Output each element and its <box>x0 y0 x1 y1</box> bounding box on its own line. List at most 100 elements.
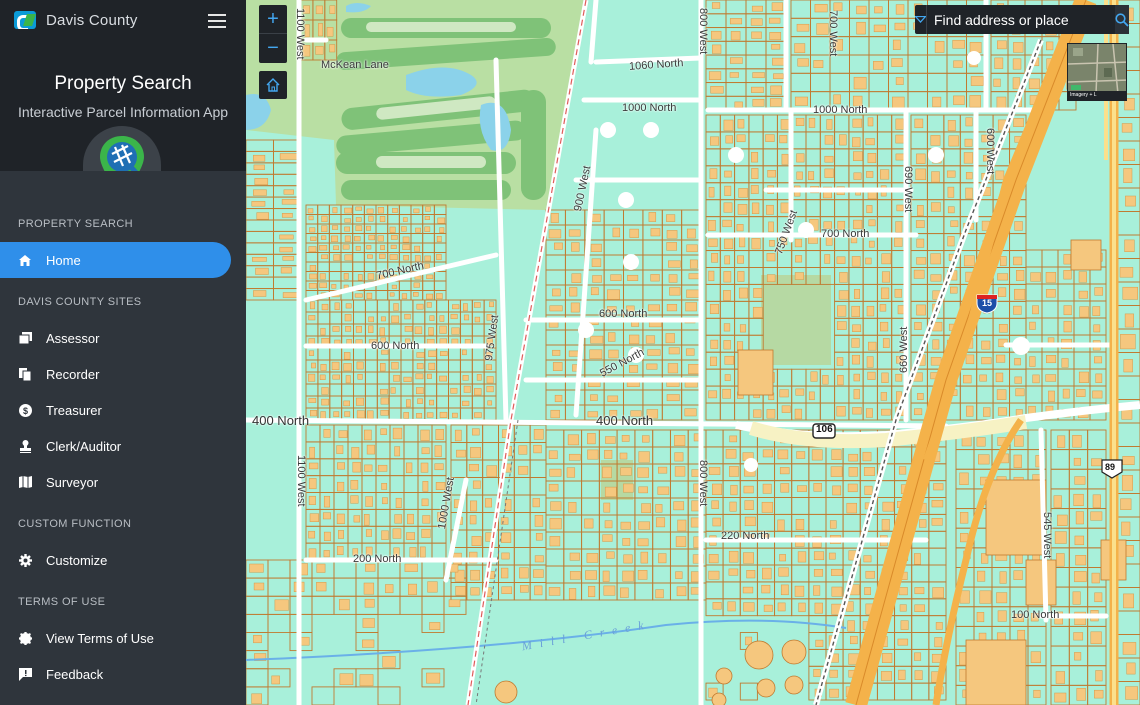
building <box>863 555 872 563</box>
building <box>426 373 432 379</box>
parcel <box>876 148 893 167</box>
sidebar-item-assessor[interactable]: Assessor <box>0 320 246 356</box>
building <box>1012 77 1021 90</box>
building <box>464 339 471 345</box>
building <box>368 215 374 222</box>
building <box>895 221 903 233</box>
building <box>407 513 414 525</box>
sidebar-item-clerk-auditor[interactable]: Clerk/Auditor <box>0 428 246 464</box>
building <box>1121 521 1131 536</box>
building <box>474 412 482 418</box>
parcel-map[interactable]: McKean Lane 1060 North 1000 North 1000 N… <box>246 0 1140 705</box>
parcel <box>705 283 721 302</box>
building <box>797 485 807 492</box>
parcel <box>762 114 778 133</box>
brand[interactable]: Davis County <box>14 11 138 29</box>
sidebar-item-home[interactable]: Home <box>0 242 231 278</box>
building <box>249 563 264 573</box>
sidebar-item-surveyor[interactable]: Surveyor <box>0 464 246 500</box>
building <box>771 44 781 50</box>
building <box>780 584 789 596</box>
building <box>391 361 399 370</box>
building <box>619 452 628 460</box>
building <box>668 274 678 283</box>
parcel <box>705 581 724 600</box>
building <box>439 325 447 334</box>
building <box>1075 555 1087 566</box>
zoom-in-button[interactable]: + <box>259 5 287 34</box>
parcel <box>450 459 468 478</box>
building <box>608 349 619 359</box>
building <box>970 76 984 86</box>
basemap-toggle[interactable]: Imagery + L <box>1067 43 1127 101</box>
building <box>753 409 762 418</box>
default-extent-button[interactable] <box>259 71 287 99</box>
building <box>343 352 351 360</box>
parcel <box>928 530 947 549</box>
building <box>1074 535 1085 546</box>
building <box>965 117 973 127</box>
parcel <box>1115 375 1140 400</box>
parcel <box>829 54 850 74</box>
sidebar-item-treasurer[interactable]: $ Treasurer <box>0 392 246 428</box>
parcel <box>943 148 961 167</box>
building <box>1063 270 1072 280</box>
parcel <box>1025 249 1043 268</box>
sidebar-item-customize[interactable]: Customize <box>0 542 246 578</box>
building <box>320 411 326 419</box>
sidebar-item-recorder[interactable]: Recorder <box>0 356 246 392</box>
parcel <box>364 359 378 373</box>
building <box>963 255 975 267</box>
parcel <box>545 254 566 271</box>
parcel <box>623 389 644 406</box>
building <box>435 429 444 440</box>
building <box>332 225 339 230</box>
building <box>519 567 529 579</box>
building <box>739 324 747 333</box>
search-button[interactable] <box>1115 5 1129 34</box>
parcel <box>652 565 671 584</box>
building <box>345 326 352 332</box>
building <box>900 620 909 630</box>
building <box>552 362 563 371</box>
building <box>737 255 744 264</box>
building <box>426 412 434 418</box>
building <box>723 271 732 283</box>
building <box>621 435 630 442</box>
building <box>826 119 833 130</box>
parcel <box>1025 385 1043 404</box>
building <box>993 78 1001 87</box>
sidebar-item-view-terms[interactable]: View Terms of Use <box>0 620 246 656</box>
building <box>1000 256 1007 267</box>
building <box>813 483 822 492</box>
map-canvas[interactable] <box>246 0 1140 705</box>
building <box>960 533 969 543</box>
building <box>995 170 1005 180</box>
building <box>891 58 903 67</box>
parcel <box>388 323 402 337</box>
building <box>439 411 448 418</box>
building <box>767 170 776 178</box>
hamburger-menu-icon[interactable] <box>208 14 226 28</box>
building <box>781 153 789 165</box>
building <box>966 405 974 417</box>
building <box>752 99 765 107</box>
search-source-dropdown[interactable] <box>915 5 927 34</box>
parcel <box>705 54 727 70</box>
building <box>932 587 944 599</box>
zoom-out-button[interactable]: − <box>259 34 287 63</box>
building <box>795 117 805 126</box>
building <box>723 119 734 131</box>
building <box>329 44 336 53</box>
parcel <box>911 564 930 583</box>
sidebar-item-feedback[interactable]: Feedback <box>0 656 246 692</box>
search-input[interactable] <box>927 11 1115 28</box>
parcel <box>513 512 531 531</box>
parcel <box>328 214 342 225</box>
building <box>1120 334 1136 350</box>
building <box>931 518 943 526</box>
parcel <box>756 513 775 532</box>
building <box>421 528 431 538</box>
building <box>950 286 958 294</box>
building <box>685 302 697 312</box>
